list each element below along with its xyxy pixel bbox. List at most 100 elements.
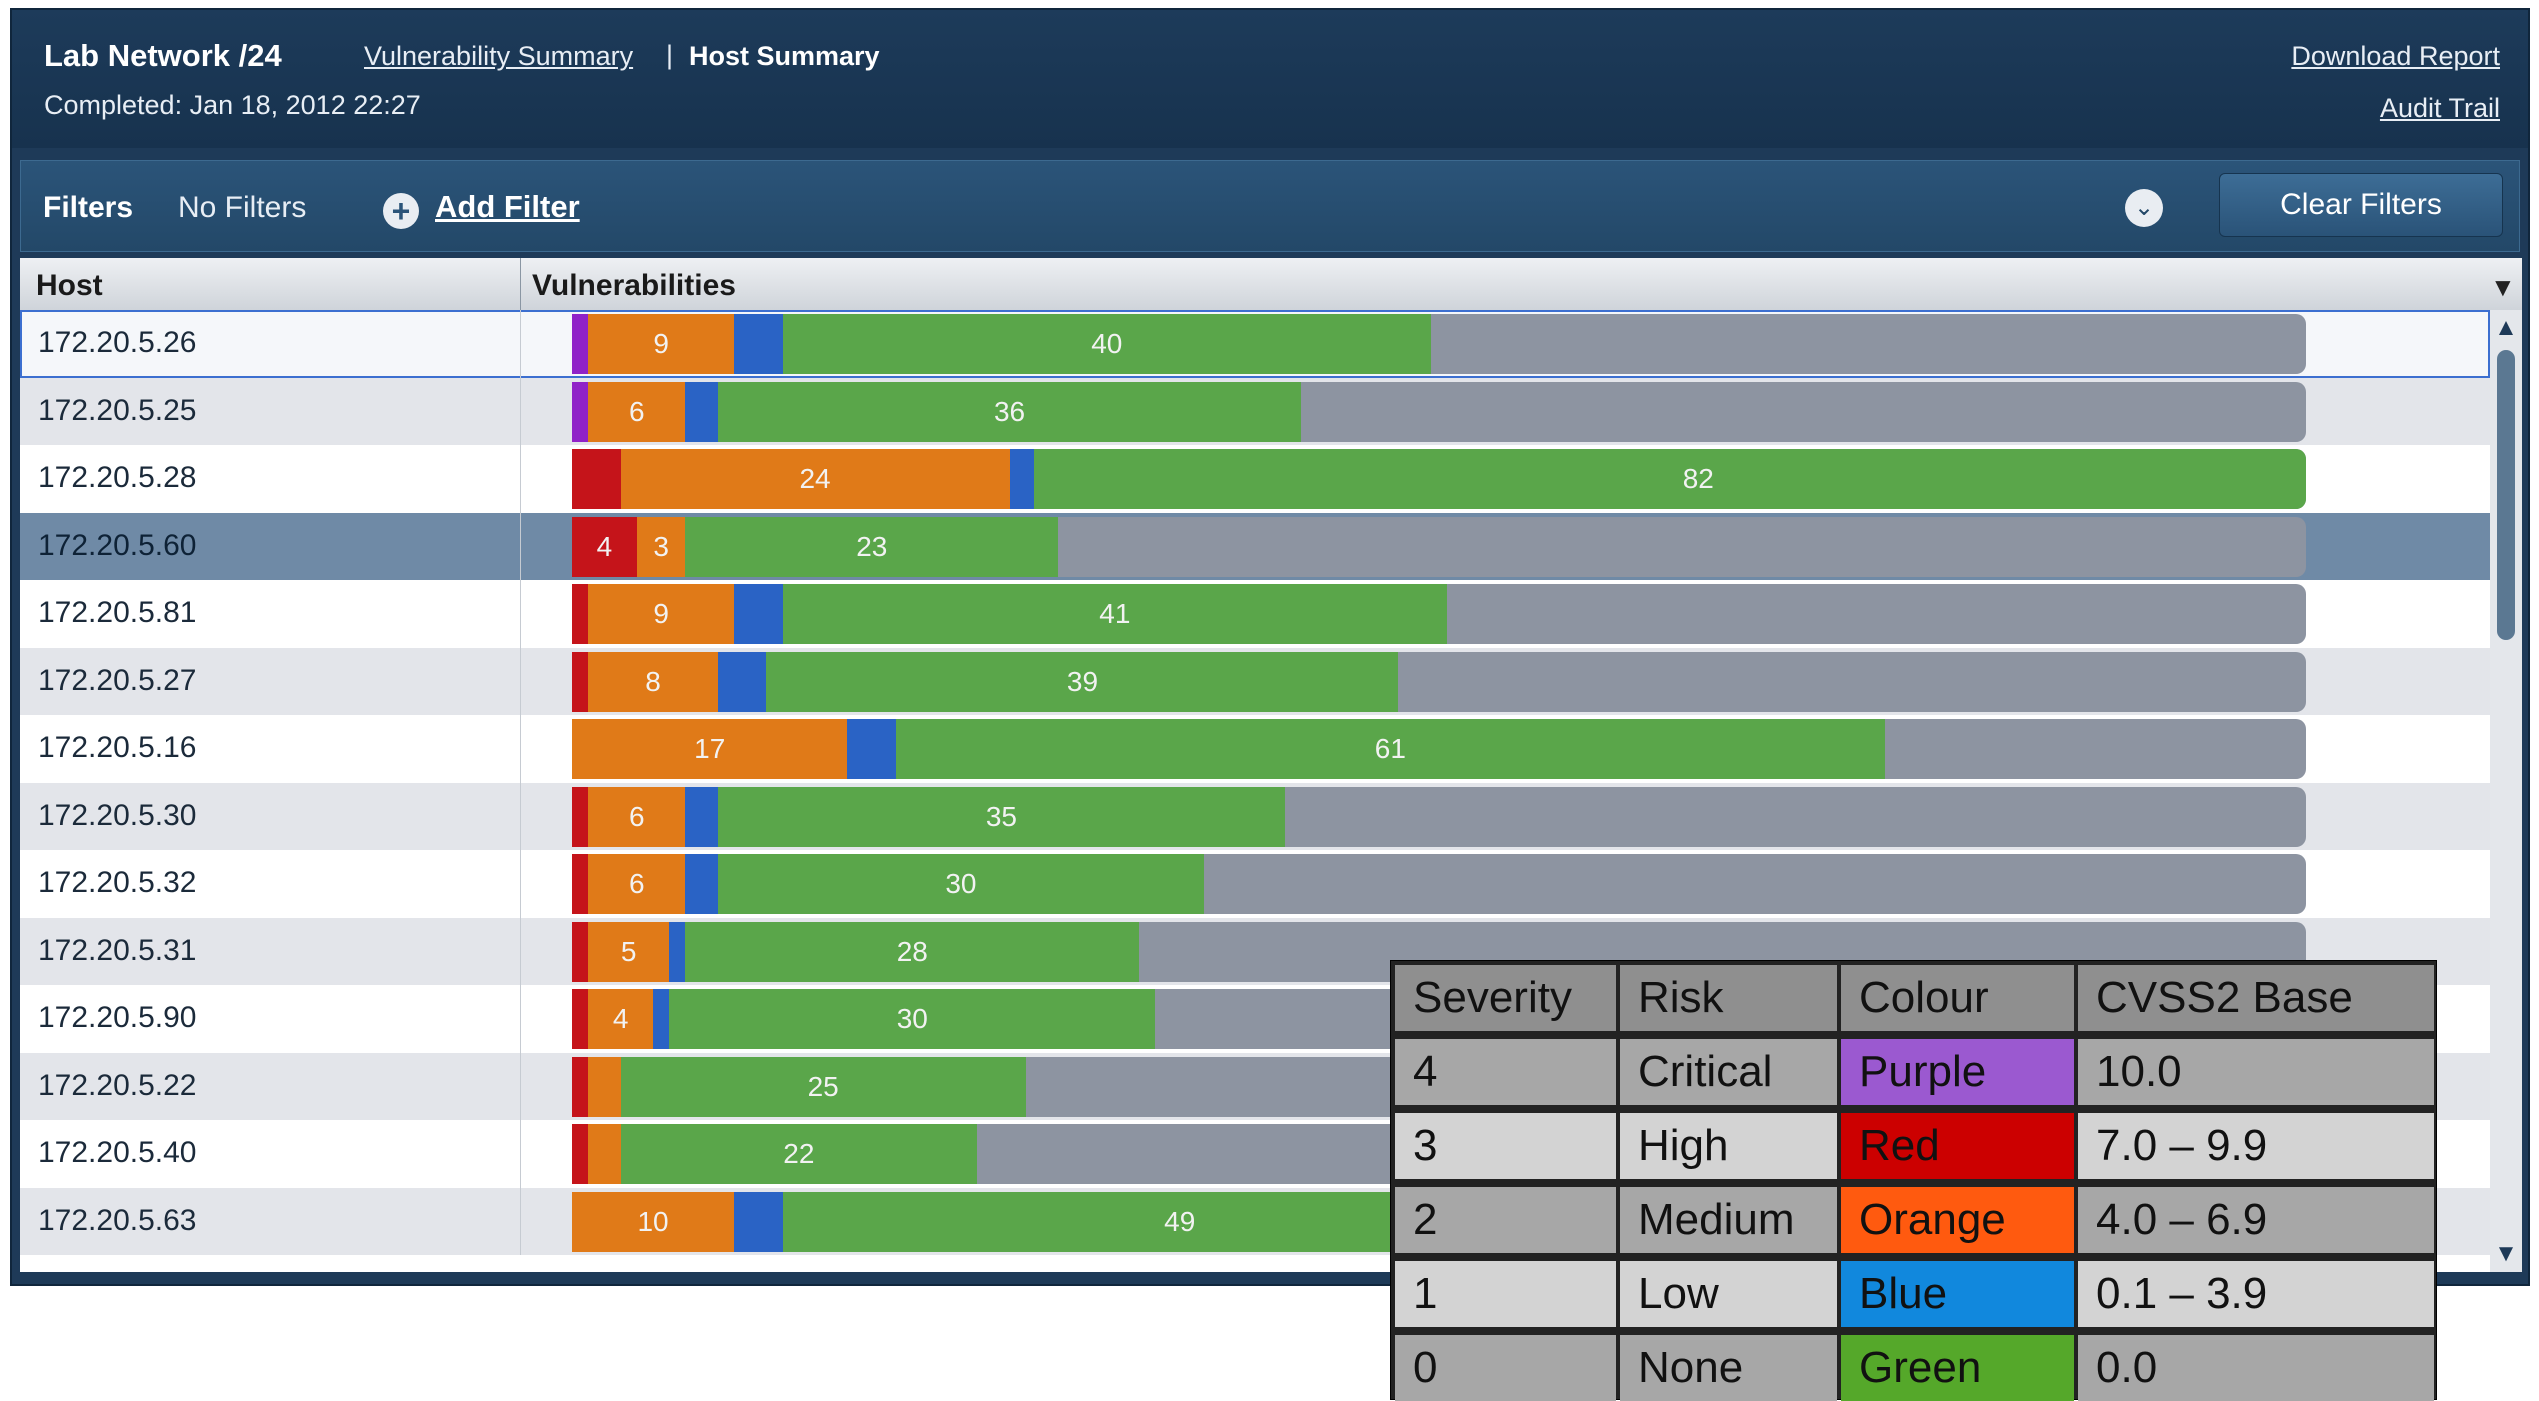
bar-segment-critical[interactable]: [572, 381, 589, 442]
cell-divider: [520, 917, 521, 985]
legend-risk-cell: Low: [1620, 1261, 1837, 1327]
cell-divider: [520, 1120, 521, 1188]
bar-segment-medium[interactable]: 4: [588, 989, 654, 1049]
bar-segment-medium[interactable]: [588, 1124, 621, 1184]
bar-segment-low[interactable]: [653, 989, 670, 1049]
add-filter-link[interactable]: Add Filter: [435, 189, 580, 225]
bar-segment-low[interactable]: [685, 381, 718, 442]
legend-header: CVSS2 Base: [2078, 965, 2434, 1031]
vulnerability-bar[interactable]: 17 61: [572, 719, 2306, 779]
table-row[interactable]: 172.20.5.16 17 61: [20, 715, 2490, 783]
clear-filters-button[interactable]: Clear Filters: [2219, 173, 2503, 237]
vulnerability-bar[interactable]: 6 36: [572, 381, 2306, 442]
filter-bar: Filters No Filters + Add Filter ⌄ Clear …: [20, 160, 2520, 252]
bar-segment-low[interactable]: [685, 854, 718, 914]
bar-segment-medium[interactable]: 6: [588, 786, 686, 847]
bar-segment-high[interactable]: [572, 1056, 589, 1117]
bar-segment-none[interactable]: 36: [717, 381, 1302, 442]
bar-segment-none[interactable]: 22: [620, 1124, 978, 1184]
bar-segment-medium[interactable]: 10: [572, 1191, 735, 1252]
audit-trail-link[interactable]: Audit Trail: [2380, 93, 2500, 124]
scroll-down-arrow-icon[interactable]: ▼: [2492, 1240, 2520, 1267]
vulnerability-bar[interactable]: 6 30: [572, 854, 2306, 914]
vulnerability-bar[interactable]: 6 35: [572, 786, 2306, 847]
bar-segment-none[interactable]: 41: [782, 584, 1448, 644]
column-divider[interactable]: [520, 258, 521, 310]
host-summary-label: Host Summary: [689, 41, 880, 71]
legend-colour-cell: Blue: [1841, 1261, 2074, 1327]
bar-segment-medium[interactable]: 9: [588, 314, 735, 374]
cell-divider: [520, 310, 521, 378]
bar-segment-high[interactable]: [572, 786, 589, 847]
bar-segment-medium[interactable]: 5: [588, 921, 670, 982]
table-row[interactable]: 172.20.5.27 8 39: [20, 647, 2490, 715]
vertical-scrollbar[interactable]: ▲ ▼: [2490, 310, 2522, 1272]
bar-segment-none[interactable]: 23: [685, 516, 1059, 577]
table-row[interactable]: 172.20.5.60 4 3 23: [20, 512, 2490, 580]
cell-divider: [520, 715, 521, 783]
vulnerability-summary-link[interactable]: Vulnerability Summary: [364, 41, 633, 72]
table-row[interactable]: 172.20.5.25 6 36: [20, 377, 2490, 445]
bar-segment-low[interactable]: [847, 719, 897, 779]
bar-segment-high[interactable]: [572, 584, 589, 644]
bar-segment-low[interactable]: [734, 1191, 783, 1252]
bar-segment-low[interactable]: [734, 584, 783, 644]
table-row[interactable]: 172.20.5.32 6 30: [20, 850, 2490, 918]
bar-segment-none[interactable]: 40: [782, 314, 1431, 374]
bar-segment-low[interactable]: [1009, 449, 1034, 509]
host-column-header[interactable]: Host: [36, 269, 103, 303]
breadcrumb-separator: |: [666, 40, 674, 70]
report-header: Lab Network /24 Vulnerability Summary | …: [12, 10, 2528, 148]
vulnerabilities-column-header[interactable]: Vulnerabilities: [532, 269, 736, 303]
download-report-link[interactable]: Download Report: [2291, 41, 2500, 72]
bar-segment-medium[interactable]: 17: [572, 719, 848, 779]
scroll-up-arrow-icon[interactable]: ▲: [2492, 314, 2520, 341]
host-ip: 172.20.5.25: [38, 393, 197, 427]
bar-segment-high[interactable]: [572, 854, 589, 914]
vulnerability-bar[interactable]: 9 41: [572, 584, 2306, 644]
vulnerability-bar[interactable]: 8 39: [572, 651, 2306, 712]
bar-segment-medium[interactable]: 6: [588, 854, 686, 914]
chevron-down-circle-icon[interactable]: ⌄: [2125, 189, 2163, 227]
bar-segment-none[interactable]: 39: [766, 651, 1399, 712]
legend-header: Risk: [1620, 965, 1837, 1031]
table-row[interactable]: 172.20.5.28 24 82: [20, 445, 2490, 513]
bar-segment-high[interactable]: [572, 989, 589, 1049]
triangle-down-icon[interactable]: ▼: [2490, 272, 2516, 303]
bar-segment-none[interactable]: 30: [669, 989, 1156, 1049]
bar-segment-none[interactable]: 61: [896, 719, 1885, 779]
bar-segment-high[interactable]: 4: [572, 516, 637, 577]
bar-segment-medium[interactable]: 6: [588, 381, 686, 442]
vulnerability-bar[interactable]: 24 82: [572, 449, 2306, 509]
host-ip: 172.20.5.60: [38, 528, 197, 562]
vulnerability-bar[interactable]: 9 40: [572, 314, 2306, 374]
bar-segment-none[interactable]: 35: [717, 786, 1286, 847]
bar-segment-low[interactable]: [734, 314, 783, 374]
bar-segment-medium[interactable]: 24: [620, 449, 1010, 509]
bar-segment-high[interactable]: [572, 1124, 589, 1184]
bar-segment-medium[interactable]: 9: [588, 584, 735, 644]
bar-segment-none[interactable]: 28: [685, 921, 1140, 982]
bar-segment-high[interactable]: [572, 449, 621, 509]
bar-segment-medium[interactable]: 3: [636, 516, 686, 577]
cell-divider: [520, 850, 521, 918]
bar-segment-high[interactable]: [572, 651, 589, 712]
legend-cvss-cell: 0.0: [2078, 1335, 2434, 1401]
bar-segment-low[interactable]: [717, 651, 767, 712]
bar-segment-medium[interactable]: 8: [588, 651, 718, 712]
bar-segment-high[interactable]: [572, 921, 589, 982]
bar-segment-medium[interactable]: [588, 1056, 621, 1117]
table-row[interactable]: 172.20.5.30 6 35: [20, 782, 2490, 850]
bar-segment-critical[interactable]: [572, 314, 589, 374]
bar-segment-low[interactable]: [685, 786, 718, 847]
table-row[interactable]: 172.20.5.81 9 41: [20, 580, 2490, 648]
plus-circle-icon[interactable]: +: [383, 193, 419, 229]
bar-segment-none[interactable]: 82: [1033, 449, 2306, 509]
table-row[interactable]: 172.20.5.26 9 40: [20, 310, 2490, 378]
bar-segment-none[interactable]: 30: [717, 854, 1204, 914]
bar-segment-low[interactable]: [669, 921, 686, 982]
host-ip: 172.20.5.28: [38, 461, 197, 494]
scrollbar-thumb[interactable]: [2497, 350, 2515, 640]
bar-segment-none[interactable]: 25: [620, 1056, 1026, 1117]
vulnerability-bar[interactable]: 4 3 23: [572, 516, 2306, 577]
